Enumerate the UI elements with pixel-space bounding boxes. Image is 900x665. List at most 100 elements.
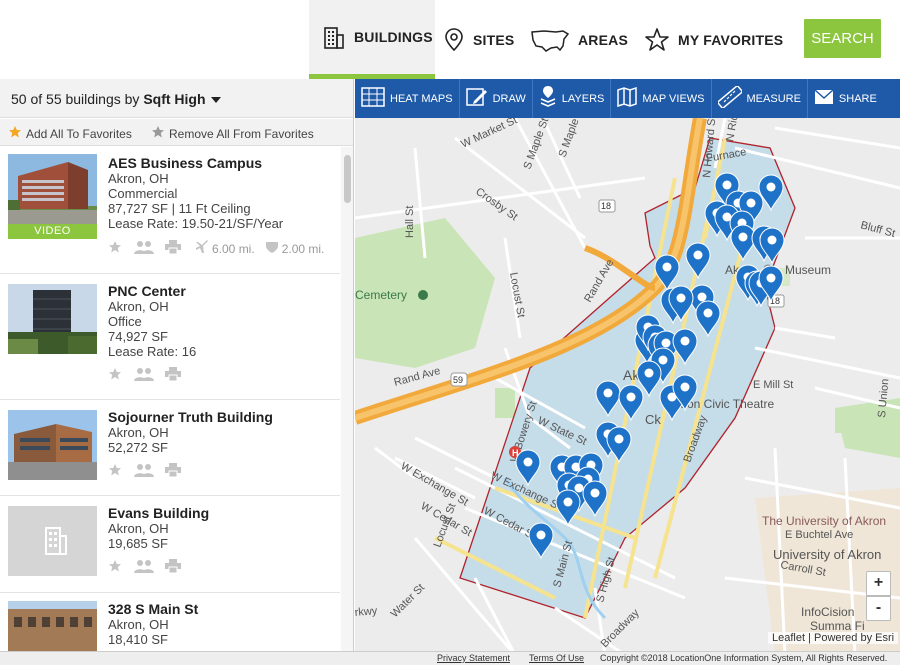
map-svg: W Market St Crosby St S Maple St S Maple…: [355, 118, 900, 655]
building-name[interactable]: 328 S Main St: [108, 601, 198, 617]
favorite-star-icon[interactable]: [108, 463, 122, 480]
share-button[interactable]: SHARE: [808, 79, 883, 118]
map-label: E Buchtel Ave: [785, 529, 853, 541]
highway-shield-18: 18: [598, 199, 616, 213]
chevron-down-icon: [210, 97, 221, 104]
users-icon[interactable]: [133, 240, 155, 257]
tab-buildings[interactable]: BUILDINGS: [309, 0, 435, 79]
map-label: University of Akron: [773, 547, 881, 562]
zoom-out-button[interactable]: -: [866, 596, 891, 621]
building-size: 52,272 SF: [108, 440, 168, 455]
building-city: Akron, OH: [108, 521, 169, 536]
scrollbar-thumb[interactable]: [344, 155, 351, 203]
svg-text:59: 59: [453, 375, 463, 385]
map-canvas[interactable]: W Market St Crosby St S Maple St S Maple…: [355, 118, 900, 655]
location-pin-icon: [443, 27, 465, 53]
building-name[interactable]: PNC Center: [108, 283, 186, 299]
sort-dropdown[interactable]: Sqft High: [143, 91, 221, 107]
results-count: 50 of 55 buildings by: [11, 91, 140, 107]
ruler-icon: [715, 84, 744, 111]
tab-my-favorites-label: MY FAVORITES: [678, 31, 784, 48]
park-area: [835, 408, 865, 433]
star-gray-icon: [151, 125, 165, 142]
add-all-favorites-button[interactable]: Add All To Favorites: [8, 125, 132, 142]
map-label: Hall St: [404, 206, 416, 238]
tab-my-favorites[interactable]: MY FAVORITES: [644, 0, 783, 79]
map-toolbar: HEAT MAPS DRAW LAYERS MAP VIEWS MEASURE …: [355, 79, 900, 118]
list-item[interactable]: PNC Center Akron, OH Office 74,927 SF Le…: [0, 275, 340, 400]
map-label: The University of Akron: [762, 514, 886, 528]
lease-rate: Lease Rate: 16: [108, 344, 197, 359]
map-views-label: MAP VIEWS: [642, 92, 705, 105]
star-icon: [644, 27, 670, 53]
map-attribution[interactable]: Leaflet | Powered by Esri: [768, 632, 899, 644]
building-city: Akron, OH: [108, 299, 169, 314]
results-panel: 50 of 55 buildings by Sqft High Add All …: [0, 79, 354, 655]
layers-label: LAYERS: [561, 92, 605, 105]
heat-map-icon: [361, 87, 385, 110]
airport-distance: 6.00 mi.: [212, 241, 255, 256]
building-name[interactable]: Sojourner Truth Building: [108, 409, 273, 425]
users-icon[interactable]: [133, 463, 155, 480]
list-item[interactable]: Evans Building Akron, OH 19,685 SF: [0, 497, 340, 593]
print-icon[interactable]: [165, 463, 181, 480]
usa-map-icon: [530, 27, 570, 53]
building-photo[interactable]: [8, 154, 97, 224]
building-photo[interactable]: [8, 410, 97, 480]
building-size: 18,410 SF: [108, 632, 168, 647]
pencil-icon: [465, 87, 488, 110]
remove-all-label: Remove All From Favorites: [169, 126, 314, 141]
heat-maps-label: HEAT MAPS: [390, 92, 453, 105]
highway-distance: 2.00 mi.: [281, 241, 325, 256]
print-icon[interactable]: [165, 367, 181, 384]
building-size: 87,727 SF | 11 Ft Ceiling: [108, 201, 251, 216]
star-filled-icon: [8, 125, 22, 142]
building-photo-placeholder[interactable]: [8, 506, 97, 576]
list-scrollbar[interactable]: [341, 147, 353, 655]
tab-areas[interactable]: AREAS: [530, 0, 628, 79]
zoom-in-button[interactable]: +: [866, 571, 891, 596]
map-label: InfoCision: [801, 605, 854, 619]
building-list: VIDEO AES Business Campus Akron, OH Comm…: [0, 147, 340, 655]
privacy-link[interactable]: Privacy Statement: [437, 653, 510, 663]
building-city: Akron, OH: [108, 617, 169, 632]
building-photo[interactable]: [8, 284, 97, 354]
tab-buildings-label: BUILDINGS: [354, 29, 433, 45]
print-icon[interactable]: [165, 559, 181, 576]
tab-sites[interactable]: SITES: [443, 0, 514, 79]
map-label: Cemetery: [355, 288, 407, 302]
map-views-button[interactable]: MAP VIEWS: [611, 79, 712, 118]
building-name[interactable]: Evans Building: [108, 505, 209, 521]
favorite-star-icon[interactable]: [108, 240, 122, 257]
remove-all-favorites-button[interactable]: Remove All From Favorites: [151, 125, 314, 142]
map-label: Ck: [645, 412, 661, 427]
terms-link[interactable]: Terms Of Use: [529, 653, 584, 663]
favorites-bar: Add All To Favorites Remove All From Fav…: [0, 119, 353, 146]
building-photo[interactable]: [8, 601, 97, 655]
list-item[interactable]: Sojourner Truth Building Akron, OH 52,27…: [0, 401, 340, 496]
highway-shield-59: 59: [450, 372, 468, 387]
video-badge[interactable]: VIDEO: [8, 224, 97, 239]
users-icon[interactable]: [133, 559, 155, 576]
footer: Privacy Statement Terms Of Use Copyright…: [0, 651, 900, 665]
users-icon[interactable]: [133, 367, 155, 384]
svg-text:18: 18: [601, 201, 611, 211]
cemetery-icon: [418, 290, 428, 300]
favorite-star-icon[interactable]: [108, 367, 122, 384]
favorite-star-icon[interactable]: [108, 559, 122, 576]
print-icon[interactable]: [165, 240, 181, 257]
measure-button[interactable]: MEASURE: [712, 79, 808, 118]
heat-maps-button[interactable]: HEAT MAPS: [355, 79, 460, 118]
list-item[interactable]: VIDEO AES Business Campus Akron, OH Comm…: [0, 147, 340, 274]
building-name[interactable]: AES Business Campus: [108, 155, 262, 171]
measure-label: MEASURE: [746, 92, 801, 105]
draw-label: DRAW: [492, 92, 526, 105]
card-actions: [108, 463, 181, 480]
search-button[interactable]: SEARCH: [804, 19, 881, 58]
list-item[interactable]: 328 S Main St Akron, OH 18,410 SF: [0, 594, 340, 655]
map-label: rkwy: [355, 605, 378, 619]
draw-button[interactable]: DRAW: [460, 79, 533, 118]
park-area: [495, 388, 515, 418]
layers-button[interactable]: LAYERS: [533, 79, 612, 118]
airplane-icon: [195, 240, 209, 257]
